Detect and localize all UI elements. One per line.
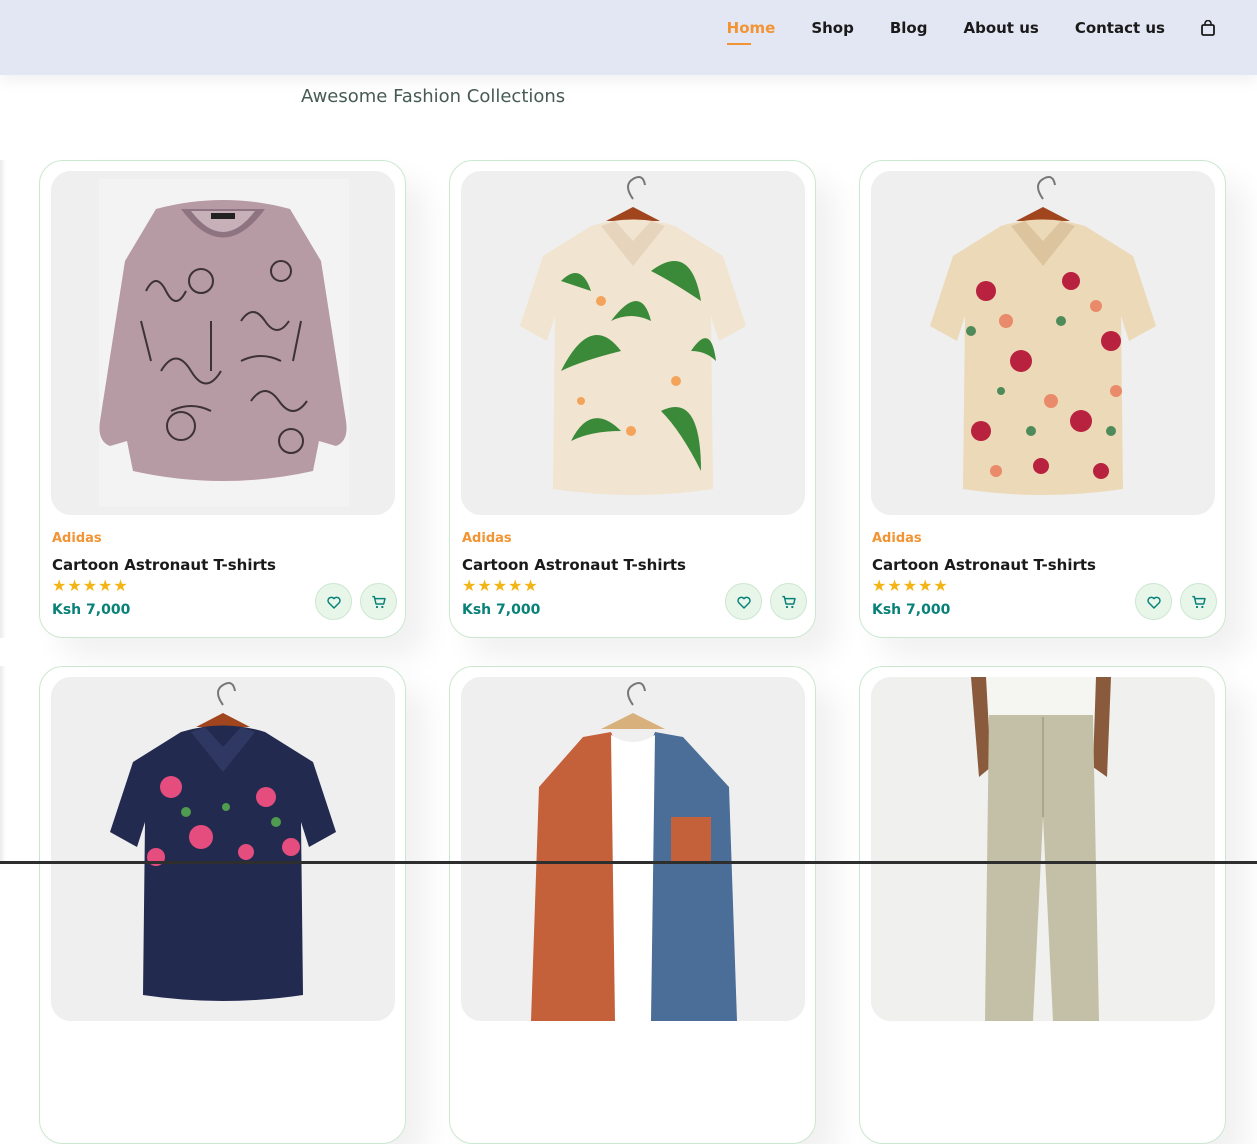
rating-stars: ★★★★★ <box>872 578 949 595</box>
cart-icon <box>371 595 386 608</box>
product-brand: Adidas <box>462 531 512 546</box>
rating-stars: ★★★★★ <box>52 578 129 595</box>
product-card[interactable] <box>859 666 1226 1144</box>
shopping-bag-icon-glyph <box>1201 20 1215 36</box>
tropical-shirt-image <box>461 171 805 515</box>
product-brand: Adidas <box>52 531 102 546</box>
linen-trousers-image <box>871 677 1215 1021</box>
product-card[interactable]: Adidas Cartoon Astronaut T-shirts ★★★★★ … <box>39 160 406 638</box>
nav-home[interactable]: Home <box>726 18 775 45</box>
product-image[interactable] <box>871 677 1215 1021</box>
offscreen-card-edge <box>0 160 6 638</box>
offscreen-card-edge <box>0 666 6 864</box>
add-to-cart-button[interactable] <box>770 583 807 620</box>
product-price: Ksh 7,000 <box>52 602 131 618</box>
product-grid: Adidas Cartoon Astronaut T-shirts ★★★★★ … <box>0 0 1257 1144</box>
wishlist-button[interactable] <box>315 583 352 620</box>
nav-shop[interactable]: Shop <box>811 18 854 38</box>
heart-icon <box>1146 596 1161 609</box>
nav-contact[interactable]: Contact us <box>1075 18 1165 38</box>
product-image[interactable] <box>461 171 805 515</box>
cart-icon <box>781 595 796 608</box>
nav-about[interactable]: About us <box>963 18 1038 38</box>
product-price: Ksh 7,000 <box>872 602 951 618</box>
product-card[interactable]: Adidas Cartoon Astronaut T-shirts ★★★★★ … <box>859 160 1226 638</box>
add-to-cart-button[interactable] <box>1180 583 1217 620</box>
product-image[interactable] <box>461 677 805 1021</box>
navy-floral-shirt-image <box>51 677 395 1021</box>
main-nav: Home Shop Blog About us Contact us <box>726 18 1217 45</box>
wishlist-button[interactable] <box>725 583 762 620</box>
product-name[interactable]: Cartoon Astronaut T-shirts <box>462 556 686 574</box>
product-price: Ksh 7,000 <box>462 602 541 618</box>
heart-icon <box>326 596 341 609</box>
site-header: Home Shop Blog About us Contact us <box>0 0 1257 75</box>
product-name[interactable]: Cartoon Astronaut T-shirts <box>52 556 276 574</box>
lilac-blouse-image <box>51 171 395 515</box>
product-name[interactable]: Cartoon Astronaut T-shirts <box>872 556 1096 574</box>
product-image[interactable] <box>51 171 395 515</box>
product-image[interactable] <box>51 677 395 1021</box>
wishlist-button[interactable] <box>1135 583 1172 620</box>
add-to-cart-button[interactable] <box>360 583 397 620</box>
product-image[interactable] <box>871 171 1215 515</box>
floral-shirt-image <box>871 171 1215 515</box>
product-brand: Adidas <box>872 531 922 546</box>
corduroy-jacket-image <box>461 677 805 1021</box>
cart-icon <box>1191 595 1206 608</box>
product-card[interactable] <box>39 666 406 1144</box>
heart-icon <box>736 596 751 609</box>
nav-blog[interactable]: Blog <box>890 18 928 38</box>
rating-stars: ★★★★★ <box>462 578 539 595</box>
shopping-bag-icon[interactable] <box>1201 18 1217 38</box>
product-card[interactable] <box>449 666 816 1144</box>
product-card[interactable]: Adidas Cartoon Astronaut T-shirts ★★★★★ … <box>449 160 816 638</box>
